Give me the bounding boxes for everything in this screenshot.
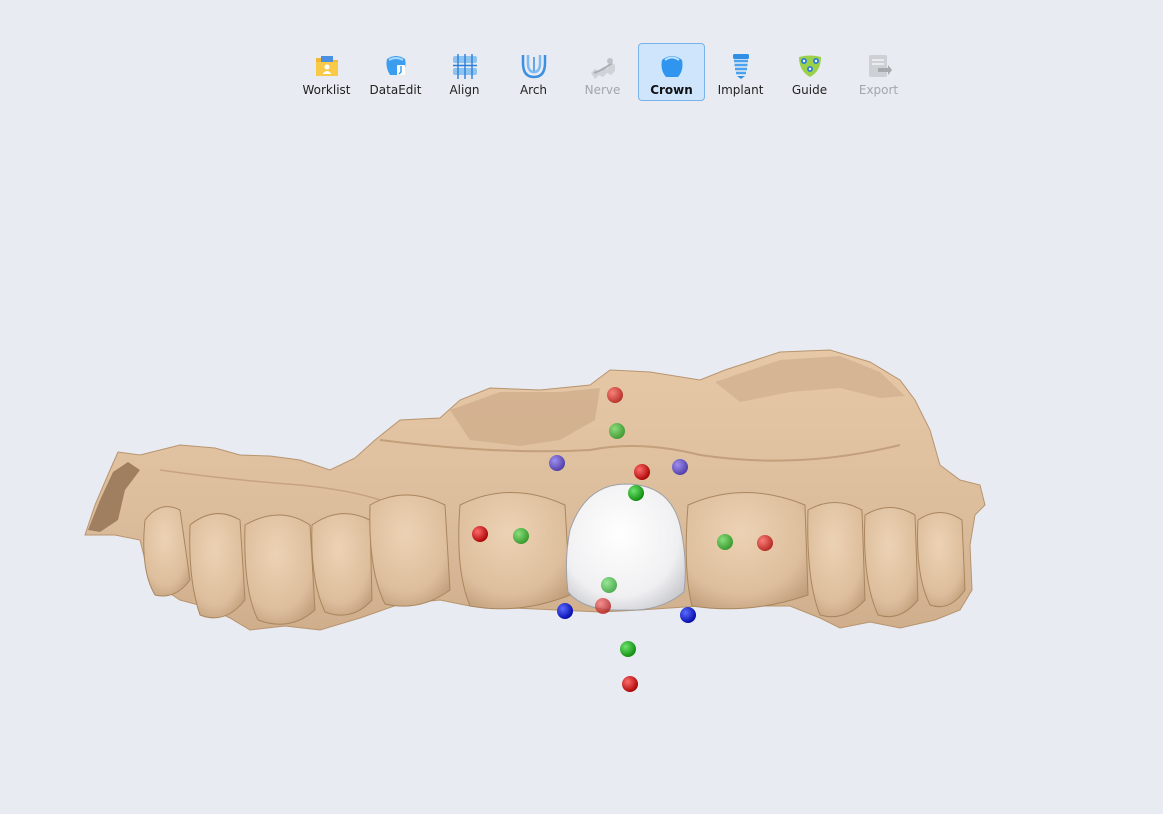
export-icon — [868, 55, 892, 77]
tool-label: Implant — [717, 83, 764, 97]
control-point-red[interactable] — [607, 387, 623, 403]
tooth — [864, 507, 919, 618]
control-point-green[interactable] — [609, 423, 625, 439]
crown-icon — [661, 56, 682, 77]
crown-restoration[interactable] — [565, 483, 686, 611]
tool-arch[interactable]: Arch — [500, 43, 567, 101]
tool-dataedit[interactable]: DataEdit — [362, 43, 429, 101]
tool-crown[interactable]: Crown — [638, 43, 705, 101]
tooth — [917, 512, 966, 608]
tool-label: Guide — [791, 83, 828, 97]
control-point-green[interactable] — [513, 528, 529, 544]
tool-label: Crown — [650, 83, 693, 97]
tool-guide[interactable]: Guide — [776, 43, 843, 101]
tooth — [807, 502, 866, 618]
tool-label: Nerve — [584, 83, 621, 97]
control-point-green[interactable] — [601, 577, 617, 593]
dental-arch-model[interactable] — [84, 349, 986, 631]
tooth — [369, 494, 451, 607]
control-point-purple[interactable] — [672, 459, 688, 475]
app-window: Worklist DataEdit Align Arch Nerve Crown… — [0, 0, 1163, 814]
tool-label: Align — [449, 83, 480, 97]
control-point-blue[interactable] — [557, 603, 573, 619]
nerve-icon — [590, 58, 615, 79]
tool-worklist[interactable]: Worklist — [293, 43, 360, 101]
tooth — [311, 513, 373, 616]
control-point-red[interactable] — [595, 598, 611, 614]
tool-align[interactable]: Align — [431, 43, 498, 101]
tool-export[interactable]: Export — [845, 43, 912, 101]
control-point-green[interactable] — [628, 485, 644, 501]
arch-icon — [521, 55, 546, 79]
control-point-purple[interactable] — [549, 455, 565, 471]
control-point-red[interactable] — [472, 526, 488, 542]
tooth — [189, 513, 246, 619]
implant-icon — [732, 54, 749, 79]
control-point-red[interactable] — [634, 464, 650, 480]
control-point-green[interactable] — [717, 534, 733, 550]
tool-label: Arch — [519, 83, 548, 97]
tool-nerve[interactable]: Nerve — [569, 43, 636, 101]
tool-label: DataEdit — [369, 83, 422, 97]
data-edit-icon — [385, 56, 406, 75]
tooth — [244, 514, 316, 625]
3d-viewport[interactable] — [0, 120, 1163, 814]
tool-label: Worklist — [302, 83, 351, 97]
workflow-toolbar: Worklist DataEdit Align Arch Nerve Crown… — [293, 43, 914, 103]
tooth — [458, 492, 571, 610]
tooth — [685, 492, 809, 610]
tool-label: Export — [858, 83, 899, 97]
align-icon — [452, 54, 477, 79]
guide-icon — [798, 55, 821, 77]
control-point-blue[interactable] — [680, 607, 696, 623]
tool-implant[interactable]: Implant — [707, 43, 774, 101]
control-point-red[interactable] — [622, 676, 638, 692]
control-point-red[interactable] — [757, 535, 773, 551]
control-point-green[interactable] — [620, 641, 636, 657]
worklist-icon — [315, 56, 338, 76]
